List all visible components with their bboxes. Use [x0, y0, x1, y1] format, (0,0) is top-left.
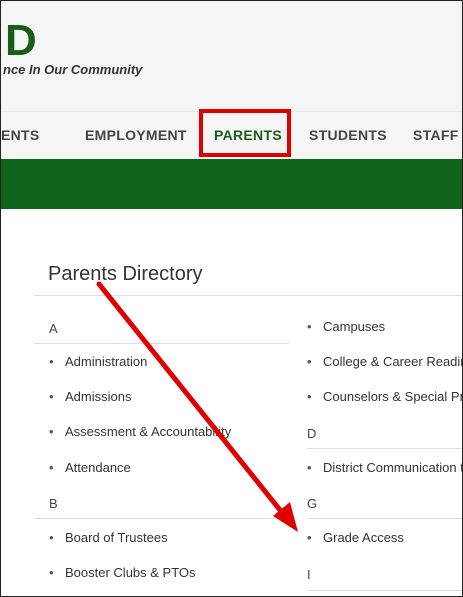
section-divider [34, 343, 289, 344]
bullet-icon: • [307, 354, 312, 369]
list-item[interactable]: • District Communication t [307, 460, 462, 475]
parents-highlight-box [199, 109, 291, 157]
bullet-icon: • [307, 319, 312, 334]
bullet-icon: • [307, 530, 312, 545]
list-item[interactable]: • College & Career Readine [307, 354, 462, 369]
section-letter-g: G [307, 496, 318, 511]
bullet-icon: • [49, 389, 54, 404]
bullet-icon: • [307, 460, 312, 475]
nav-item-employment[interactable]: EMPLOYMENT [85, 127, 187, 143]
site-header: D nce In Our Community [1, 1, 462, 111]
title-divider [34, 295, 462, 296]
list-item-grade-access[interactable]: • Grade Access [307, 530, 404, 545]
section-letter-b: B [49, 496, 58, 511]
bullet-icon: • [49, 530, 54, 545]
bullet-icon: • [307, 389, 312, 404]
green-banner [1, 159, 462, 209]
section-divider [34, 518, 289, 519]
list-item[interactable]: • Assessment & Accountability [49, 424, 231, 439]
list-item[interactable]: • Attendance [49, 460, 131, 475]
site-logo[interactable]: D [5, 19, 37, 63]
browser-viewport: D nce In Our Community ENTS EMPLOYMENT P… [0, 0, 463, 597]
list-item[interactable]: • Counselors & Special Pro [307, 389, 462, 404]
section-letter-a: A [49, 321, 58, 336]
bullet-icon: • [49, 354, 54, 369]
bullet-icon: • [49, 424, 54, 439]
bullet-icon: • [49, 460, 54, 475]
nav-item-staff[interactable]: STAFF [413, 127, 459, 143]
site-tagline: nce In Our Community [3, 62, 143, 77]
nav-item-parents-partial[interactable]: ENTS [1, 127, 40, 143]
section-divider [307, 518, 462, 519]
list-item[interactable]: • Campuses [307, 319, 385, 334]
section-divider [307, 448, 462, 449]
nav-item-students[interactable]: STUDENTS [309, 127, 387, 143]
section-divider [307, 590, 462, 591]
list-item[interactable]: • Admissions [49, 389, 131, 404]
directory-title: Parents Directory [48, 263, 203, 285]
list-item[interactable]: • Board of Trustees [49, 530, 168, 545]
list-item[interactable]: • Booster Clubs & PTOs [49, 565, 196, 580]
bullet-icon: • [49, 565, 54, 580]
section-letter-i: I [307, 567, 311, 582]
section-letter-d: D [307, 426, 317, 441]
list-item[interactable]: • Administration [49, 354, 147, 369]
